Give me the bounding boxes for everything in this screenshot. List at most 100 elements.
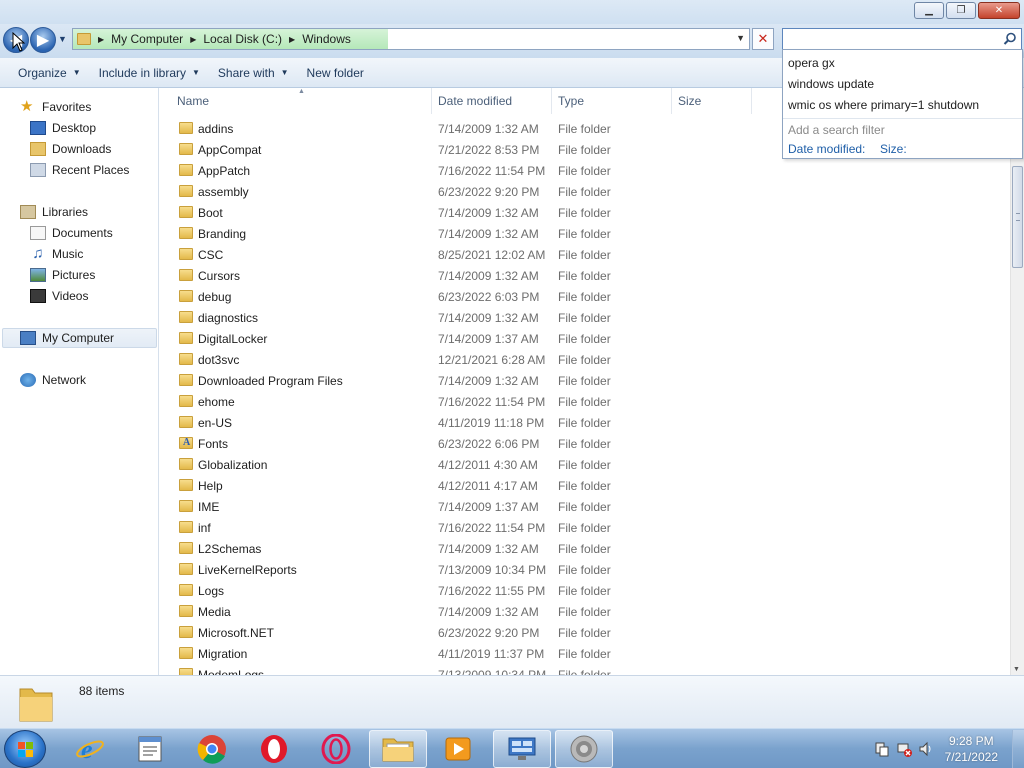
clock[interactable]: 9:28 PM 7/21/2022	[945, 733, 998, 765]
address-history-dropdown[interactable]: ▼	[736, 33, 745, 43]
new-folder-label: New folder	[306, 65, 364, 80]
table-row[interactable]: Help 4/12/2011 4:17 AM File folder	[160, 475, 1010, 496]
forward-button[interactable]: ▶	[30, 27, 56, 53]
table-row[interactable]: Media 7/14/2009 1:32 AM File folder	[160, 601, 1010, 622]
file-type: File folder	[558, 583, 611, 598]
table-row[interactable]: ehome 7/16/2022 11:54 PM File folder	[160, 391, 1010, 412]
share-with-menu[interactable]: Share with ▼	[210, 66, 297, 80]
title-bar[interactable]: ▁ ❐ ✕	[0, 0, 1024, 24]
taskbar-opera[interactable]	[245, 730, 303, 768]
folder-icon	[179, 626, 193, 638]
suggestion-item[interactable]: opera gx	[788, 56, 835, 70]
search-icon[interactable]	[1003, 32, 1017, 46]
table-row[interactable]: LiveKernelReports 7/13/2009 10:34 PM File …	[160, 559, 1010, 580]
table-row[interactable]: Downloaded Program Files 7/14/2009 1:32 A…	[160, 370, 1010, 391]
minimize-button[interactable]: ▁	[914, 2, 944, 19]
scrollbar-thumb[interactable]	[1012, 166, 1023, 268]
column-header-date[interactable]: Date modified	[432, 88, 552, 114]
nav-documents[interactable]: Documents	[30, 223, 113, 243]
scroll-down-icon[interactable]: ▼	[1013, 666, 1020, 673]
nav-videos[interactable]: Videos	[30, 286, 88, 306]
nav-favorites[interactable]: ★ Favorites	[20, 97, 91, 117]
maximize-button[interactable]: ❐	[946, 2, 976, 19]
file-date-modified: 7/16/2022 11:54 PM	[438, 394, 546, 409]
column-header-name[interactable]: Name	[160, 88, 432, 114]
nav-desktop[interactable]: Desktop	[30, 118, 96, 138]
table-row[interactable]: diagnostics 7/14/2009 1:32 AM File folder	[160, 307, 1010, 328]
show-desktop-button[interactable]	[1012, 730, 1024, 768]
chevron-right-icon[interactable]: ▶	[289, 35, 295, 44]
nav-label: My Computer	[42, 331, 115, 345]
taskbar-internet-explorer[interactable]: e	[61, 730, 119, 768]
column-header-type[interactable]: Type	[552, 88, 672, 114]
filter-date-modified[interactable]: Date modified:	[788, 142, 865, 156]
volume-icon[interactable]	[918, 741, 934, 757]
suggestion-item[interactable]: wmic os where primary=1 shutdown	[788, 98, 979, 112]
suggestion-item[interactable]: windows update	[788, 77, 874, 91]
network-disconnected-icon[interactable]	[896, 741, 912, 757]
table-row[interactable]: inf 7/16/2022 11:54 PM File folder	[160, 517, 1010, 538]
nav-downloads[interactable]: Downloads	[30, 139, 111, 159]
column-label: Type	[558, 94, 585, 108]
breadcrumb-windows[interactable]: Windows	[302, 32, 351, 46]
table-row[interactable]: Migration 4/11/2019 11:37 PM File folder	[160, 643, 1010, 664]
taskbar-chrome[interactable]	[183, 730, 241, 768]
table-row[interactable]: L2Schemas 7/14/2009 1:32 AM File folder	[160, 538, 1010, 559]
table-row[interactable]: dot3svc 12/21/2021 6:28 AM File folder	[160, 349, 1010, 370]
table-row[interactable]: AppPatch 7/16/2022 11:54 PM File folder	[160, 160, 1010, 181]
file-name: DigitalLocker	[198, 331, 268, 346]
table-row[interactable]: assembly 6/23/2022 9:20 PM File folder	[160, 181, 1010, 202]
vertical-scrollbar[interactable]: ▲ ▼	[1010, 88, 1024, 675]
table-row[interactable]: en-US 4/11/2019 11:18 PM File folder	[160, 412, 1010, 433]
documents-icon	[30, 226, 46, 240]
table-row[interactable]: Globalization 4/12/2011 4:30 AM File folde…	[160, 454, 1010, 475]
folder-icon	[179, 290, 193, 302]
nav-music[interactable]: ♫ Music	[30, 244, 83, 264]
breadcrumb-local-disk[interactable]: Local Disk (C:)	[203, 32, 282, 46]
address-bar[interactable]: ▶ My Computer ▶ Local Disk (C:) ▶ Window…	[72, 28, 750, 50]
breadcrumb-my-computer[interactable]: My Computer	[111, 32, 183, 46]
taskbar-opera-gx[interactable]	[307, 730, 365, 768]
nav-network[interactable]: Network	[20, 370, 86, 390]
table-row[interactable]: IME 7/14/2009 1:37 AM File folder	[160, 496, 1010, 517]
taskbar-media-player[interactable]	[429, 730, 487, 768]
file-type: File folder	[558, 247, 611, 262]
table-row[interactable]: Microsoft.NET 6/23/2022 9:20 PM File folde…	[160, 622, 1010, 643]
file-name: Migration	[198, 646, 248, 661]
table-row[interactable]: Branding 7/14/2009 1:32 AM File folder	[160, 223, 1010, 244]
taskbar-windows-explorer[interactable]	[369, 730, 427, 768]
stop-button[interactable]: ✕	[752, 28, 774, 50]
table-row[interactable]: Logs 7/16/2022 11:55 PM File folder	[160, 580, 1010, 601]
include-in-library-menu[interactable]: Include in library ▼	[91, 66, 208, 80]
nav-my-computer[interactable]: My Computer	[2, 328, 157, 348]
table-row[interactable]: ModemLogs 7/13/2009 10:34 PM File folder	[160, 664, 1010, 675]
svg-text:e: e	[81, 735, 93, 764]
organize-menu[interactable]: Organize ▼	[10, 66, 89, 80]
file-date-modified: 7/14/2009 1:37 AM	[438, 331, 539, 346]
chevron-right-icon[interactable]: ▶	[98, 35, 104, 44]
table-row[interactable]: CSC 8/25/2021 12:02 AM File folder	[160, 244, 1010, 265]
taskbar-notepad[interactable]	[121, 730, 179, 768]
close-button[interactable]: ✕	[978, 2, 1020, 19]
table-row[interactable]: A Fonts 6/23/2022 6:06 PM File folder	[160, 433, 1010, 454]
chevron-right-icon[interactable]: ▶	[190, 35, 196, 44]
filter-size[interactable]: Size:	[880, 142, 907, 156]
table-row[interactable]: Boot 7/14/2009 1:32 AM File folder	[160, 202, 1010, 223]
taskbar-remote-desktop[interactable]	[493, 730, 551, 768]
taskbar-sound-recorder[interactable]	[555, 730, 613, 768]
table-row[interactable]: DigitalLocker 7/14/2009 1:37 AM File folde…	[160, 328, 1010, 349]
table-row[interactable]: debug 6/23/2022 6:03 PM File folder	[160, 286, 1010, 307]
nav-recent-places[interactable]: Recent Places	[30, 160, 129, 180]
action-center-icon[interactable]	[874, 741, 890, 757]
column-header-size[interactable]: Size	[672, 88, 752, 114]
navigation-pane: ★ Favorites Desktop Downloads Recent Pla…	[0, 88, 159, 675]
nav-libraries[interactable]: Libraries	[20, 202, 88, 222]
start-button[interactable]	[4, 730, 46, 768]
file-date-modified: 4/12/2011 4:30 AM	[438, 457, 538, 472]
new-folder-button[interactable]: New folder	[299, 66, 372, 80]
nav-pictures[interactable]: Pictures	[30, 265, 95, 285]
table-row[interactable]: Cursors 7/14/2009 1:32 AM File folder	[160, 265, 1010, 286]
recent-pages-dropdown[interactable]: ▼	[58, 34, 68, 44]
file-name: AppCompat	[198, 142, 262, 157]
search-input[interactable]	[782, 28, 1022, 50]
